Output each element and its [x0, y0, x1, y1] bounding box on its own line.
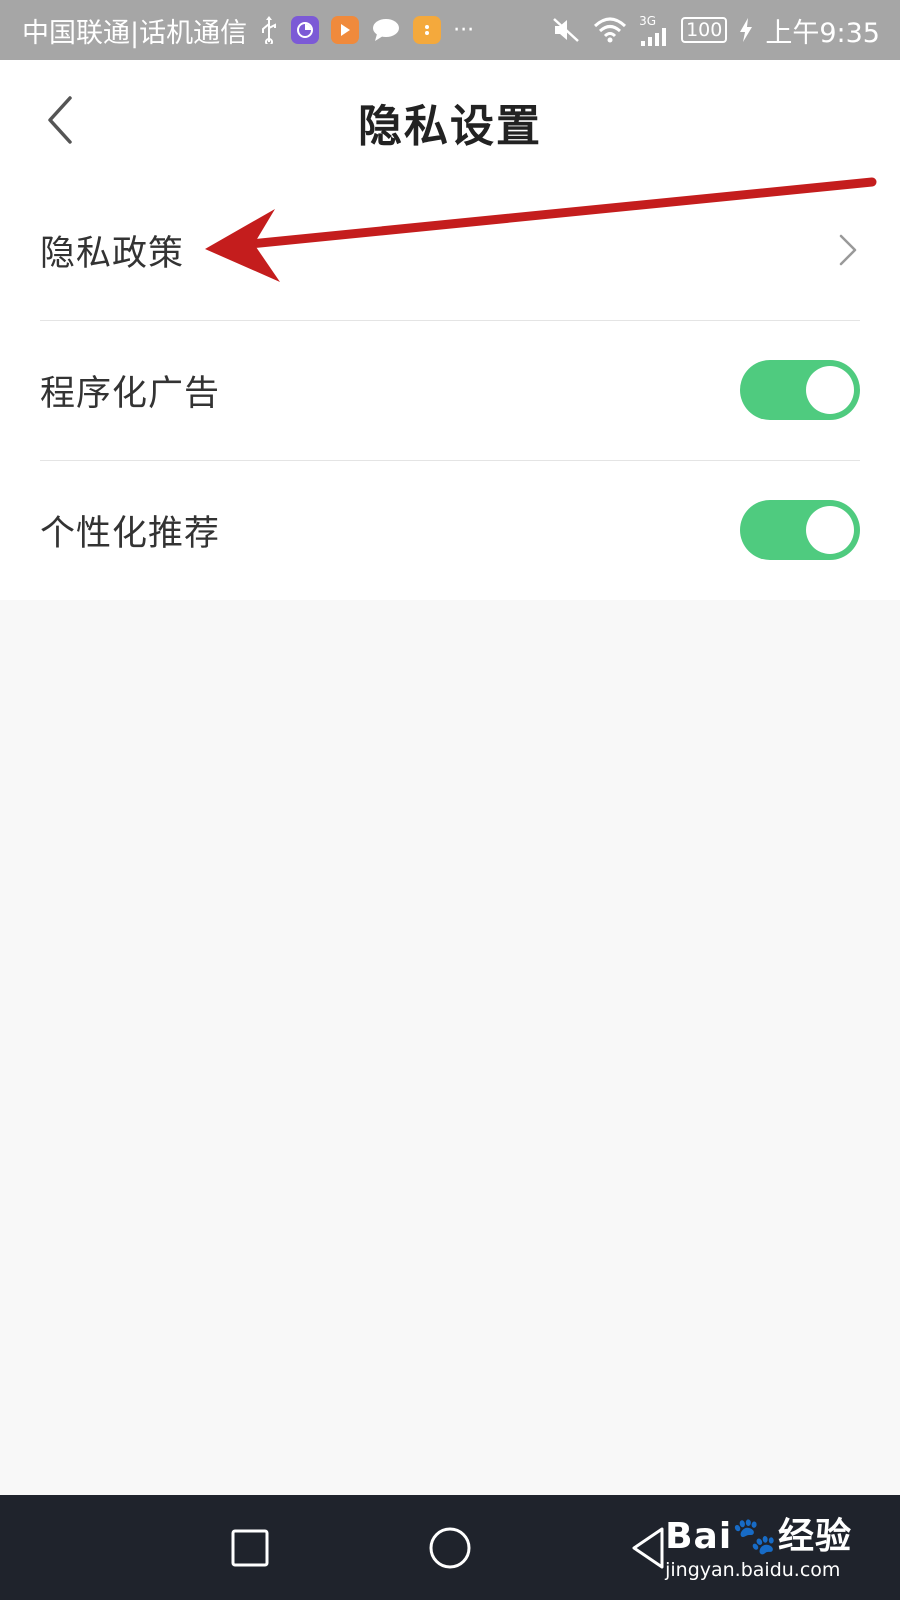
battery-level: 100: [686, 18, 723, 41]
settings-row-personalized-recommendation: 个性化推荐: [0, 460, 900, 600]
mute-icon: [553, 18, 579, 42]
settings-list: 隐私政策 程序化广告 个性化推荐: [0, 180, 900, 600]
charging-icon: [740, 18, 753, 42]
app-yellow-icon: [413, 16, 442, 44]
chat-icon: [373, 19, 400, 41]
more-icon: ···: [453, 17, 475, 43]
network-type-label: 3G: [639, 14, 657, 28]
wifi-icon: [594, 17, 627, 43]
recent-apps-icon: [231, 1529, 269, 1567]
watermark-url: jingyan.baidu.com: [665, 1559, 841, 1581]
programmatic-ads-toggle[interactable]: [740, 360, 860, 420]
network-indicator: 3G: [639, 14, 669, 46]
carrier-text: 中国联通|话机通信: [22, 17, 248, 49]
usb-icon: [262, 16, 277, 44]
app-purple-icon: [291, 16, 320, 44]
signal-icon: [641, 28, 667, 46]
home-button[interactable]: [422, 1520, 478, 1576]
screen: 中国联通|话机通信 ··· 3G 100 上午9:35 隐私设置 隐私政策 程序…: [0, 0, 900, 1600]
settings-row-programmatic-ads: 程序化广告: [0, 320, 900, 460]
page-title: 隐私设置: [358, 101, 542, 152]
chevron-right-icon: [839, 234, 857, 266]
privacy-policy-label: 隐私政策: [40, 233, 185, 274]
settings-row-privacy-policy[interactable]: 隐私政策: [0, 180, 900, 320]
status-bar-right: 3G 100 上午9:35: [539, 11, 880, 50]
home-icon: [429, 1527, 471, 1569]
recent-apps-button[interactable]: [222, 1520, 278, 1576]
toggle-knob: [806, 506, 854, 554]
status-bar: 中国联通|话机通信 ··· 3G 100 上午9:35: [0, 0, 900, 60]
status-bar-left: 中国联通|话机通信 ···: [22, 11, 486, 50]
toggle-knob: [806, 366, 854, 414]
clock-text: 上午9:35: [765, 17, 880, 49]
programmatic-ads-label: 程序化广告: [40, 373, 221, 414]
navigation-bar: Bai🐾经验 jingyan.baidu.com: [0, 1495, 900, 1600]
battery-indicator: 100: [681, 17, 728, 43]
app-orange-icon: [331, 16, 360, 44]
personalized-recommendation-label: 个性化推荐: [40, 513, 221, 554]
baidu-jingyan-watermark: Bai🐾经验 jingyan.baidu.com: [665, 1507, 852, 1581]
watermark-logo: Bai🐾经验: [665, 1516, 852, 1557]
app-header: 隐私设置: [0, 60, 900, 180]
personalized-recommendation-toggle[interactable]: [740, 500, 860, 560]
